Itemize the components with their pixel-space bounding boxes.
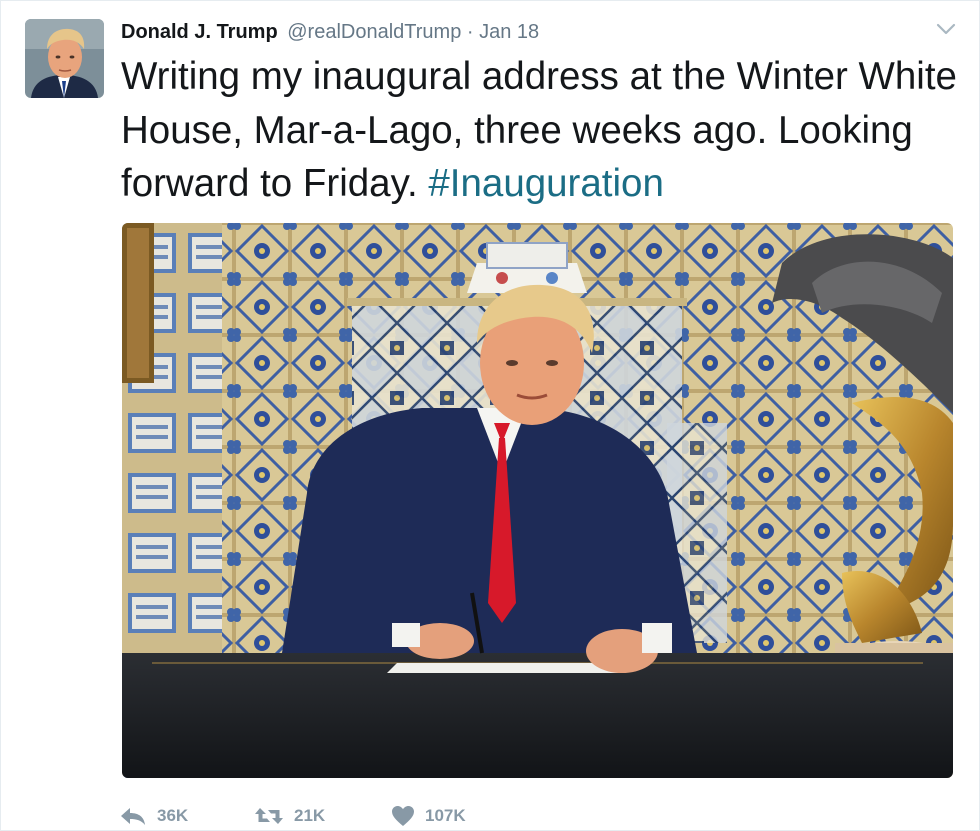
retweet-button[interactable]: 21K [254,801,325,831]
tweet-photo[interactable] [122,223,953,778]
reply-button[interactable]: 36K [119,801,188,831]
retweet-icon [255,808,283,824]
tweet-card: Donald J. Trump @realDonaldTrump · Jan 1… [0,0,980,831]
header-separator: · [466,21,474,43]
tweet-header: Donald J. Trump @realDonaldTrump · Jan 1… [121,18,539,46]
avatar-photo-icon [25,19,104,98]
author-name[interactable]: Donald J. Trump [121,21,278,43]
author-handle[interactable]: @realDonaldTrump [287,21,461,43]
retweet-count: 21K [294,806,326,825]
reply-icon [121,808,145,825]
reply-count: 36K [157,806,189,825]
chevron-down-icon [936,23,956,35]
tweet-menu-button[interactable] [935,21,957,37]
heart-icon [392,806,414,826]
like-button[interactable]: 107K [391,801,466,831]
tweet-photo-image [122,223,953,778]
tweet-text: Writing my inaugural address at the Wint… [121,50,966,211]
tweet-date[interactable]: Jan 18 [479,21,539,43]
avatar[interactable] [25,19,104,98]
like-count: 107K [425,806,466,825]
hashtag-link[interactable]: #Inauguration [428,162,663,205]
